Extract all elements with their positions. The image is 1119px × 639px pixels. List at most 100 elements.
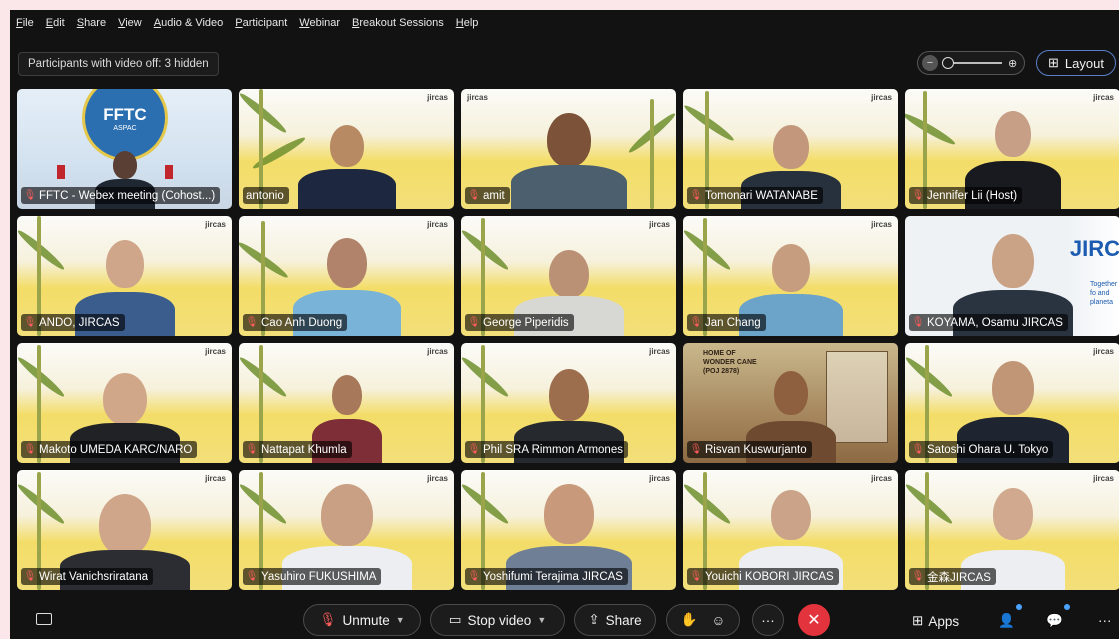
raise-hand-icon[interactable]: ✋ — [681, 612, 698, 628]
zoom-track[interactable] — [942, 57, 1002, 69]
video-tile[interactable]: jircas 🎙 Jennifer Lii (Host) — [905, 89, 1119, 209]
unmute-button[interactable]: 🎙 Unmute ▼ — [303, 604, 421, 636]
layout-button[interactable]: ⊞ Layout — [1036, 50, 1116, 76]
jircas-logo: JIRC — [1069, 236, 1119, 261]
emoji-icon[interactable]: ☺ — [712, 613, 726, 628]
menu-audio-video[interactable]: Audio & Video — [154, 17, 224, 29]
hidden-participants-notice[interactable]: Participants with video off: 3 hidden — [18, 52, 219, 76]
participant-name: Jennifer Lii (Host) — [927, 189, 1018, 202]
more-dots-icon: ··· — [761, 612, 775, 628]
menu-view[interactable]: View — [118, 17, 142, 29]
slide-brand: jircas — [467, 93, 488, 102]
participant-name-tag: 🎙 Yoshifumi Terajima JIRCAS — [465, 568, 628, 585]
layout-label: Layout — [1064, 55, 1104, 71]
menu-help[interactable]: Help — [456, 17, 479, 29]
slide-brand: jircas — [427, 93, 448, 102]
participant-head — [320, 484, 373, 546]
video-tile[interactable]: jircas 🎙 George Piperidis — [461, 216, 676, 336]
participant-head — [770, 490, 811, 540]
participant-name-tag: 🎙 Makoto UMEDA KARC/NARO — [21, 441, 198, 458]
video-tile[interactable]: jircas 🎙 Jan Chang — [683, 216, 898, 336]
more-options-button[interactable]: ··· — [752, 604, 784, 636]
webex-window: File Edit Share View Audio & Video Parti… — [10, 10, 1119, 639]
close-icon: ✕ — [807, 612, 821, 629]
participant-name-tag: 🎙 Tomonari WATANABE — [687, 187, 823, 204]
apps-button[interactable]: ⊞ Apps — [912, 613, 959, 629]
museum-sign: HOME OF WONDER CANE (POJ 2878) — [703, 350, 757, 375]
participant-name: KOYAMA, Osamu JIRCAS — [927, 316, 1063, 329]
video-tile[interactable]: jircas 🎙 ANDO, JIRCAS — [17, 216, 232, 336]
video-tile[interactable]: jircas 🎙 金森JIRCAS — [905, 470, 1119, 590]
zoom-in-icon[interactable]: ⊕ — [1008, 57, 1017, 70]
captions-icon[interactable] — [36, 613, 52, 625]
zoom-knob[interactable] — [942, 57, 954, 69]
video-tile[interactable]: jircas 🎙 Youichi KOBORI JIRCAS — [683, 470, 898, 590]
flag-icon — [165, 165, 173, 179]
slide-brand: jircas — [1093, 474, 1114, 483]
menu-participant[interactable]: Participant — [235, 17, 287, 29]
participant-name-tag: 🎙 Yasuhiro FUKUSHIMA — [243, 568, 382, 585]
participant-name-tag: 🎙 FFTC - Webex meeting (Cohost...) — [21, 187, 221, 204]
sugarcane-leaf — [239, 354, 289, 400]
video-tile[interactable]: jircas 🎙 Satoshi Ohara U. Tokyo — [905, 343, 1119, 463]
apps-icon: ⊞ — [912, 613, 924, 628]
video-tile[interactable]: jircas 🎙 amit — [461, 89, 676, 209]
video-tile[interactable]: jircas 🎙 Makoto UMEDA KARC/NARO — [17, 343, 232, 463]
participant-head — [994, 111, 1031, 157]
stop-video-button[interactable]: ▭ Stop video ▼ — [430, 604, 565, 636]
video-tile[interactable]: jircas 🎙 Wirat Vanichsriratana — [17, 470, 232, 590]
menu-share[interactable]: Share — [77, 17, 106, 29]
menu-file[interactable]: File — [16, 17, 34, 29]
apps-label: Apps — [928, 613, 960, 629]
sugarcane-leaf — [683, 481, 733, 527]
sugarcane-leaf — [905, 354, 955, 400]
mic-muted-icon: 🎙 — [467, 190, 481, 201]
notification-dot — [1016, 604, 1022, 610]
overflow-button[interactable]: ··· — [1098, 613, 1112, 628]
sugarcane-leaf — [461, 354, 511, 400]
mic-muted-icon: 🎙 — [467, 571, 481, 582]
participant-name: George Piperidis — [483, 316, 569, 329]
video-tile[interactable]: jircas antonio — [239, 89, 454, 209]
participant-name-tag: 🎙 KOYAMA, Osamu JIRCAS — [909, 314, 1068, 331]
reactions-group: ✋ ☺ — [666, 604, 740, 636]
leave-meeting-button[interactable]: ✕ — [798, 604, 830, 636]
video-tile[interactable]: jircas 🎙 Yasuhiro FUKUSHIMA — [239, 470, 454, 590]
participant-head — [771, 244, 810, 292]
video-tile[interactable]: jircas 🎙 Yoshifumi Terajima JIRCAS — [461, 470, 676, 590]
video-tile[interactable]: JIRC Together fo and planeta 🎙 KOYAMA, O… — [905, 216, 1119, 336]
slide-brand: jircas — [871, 474, 892, 483]
mic-muted-icon: 🎙 — [911, 444, 925, 455]
slide-brand: jircas — [1093, 93, 1114, 102]
menu-webinar[interactable]: Webinar — [299, 17, 340, 29]
video-tile[interactable]: jircas 🎙 Cao Anh Duong — [239, 216, 454, 336]
chat-icon: 💬 — [1046, 613, 1063, 628]
share-button[interactable]: ⇪ Share — [574, 604, 656, 636]
video-tile[interactable]: jircas 🎙 Nattapat Khumla — [239, 343, 454, 463]
participant-head — [331, 375, 362, 415]
chevron-down-icon[interactable]: ▼ — [396, 615, 405, 625]
menu-breakout-sessions[interactable]: Breakout Sessions — [352, 17, 444, 29]
slide-brand: jircas — [205, 474, 226, 483]
participants-icon: 👤 — [998, 613, 1015, 628]
video-tile[interactable]: HOME OF WONDER CANE (POJ 2878) 🎙 Risvan … — [683, 343, 898, 463]
mic-muted-icon: 🎙 — [23, 190, 37, 201]
mic-muted-icon: 🎙 — [911, 571, 925, 582]
slide-brand: jircas — [871, 93, 892, 102]
mic-muted-icon: 🎙 — [911, 317, 925, 328]
participant-head — [329, 125, 364, 167]
video-grid: FFTC ASPAC 🎙 FFTC - Webex meeting (Cohos… — [17, 89, 1119, 590]
participants-button[interactable]: 👤 — [998, 613, 1015, 629]
video-tile[interactable]: jircas 🎙 Phil SRA Rimmon Armones — [461, 343, 676, 463]
zoom-slider[interactable]: − ⊕ — [917, 51, 1025, 75]
participant-name: Yoshifumi Terajima JIRCAS — [483, 570, 623, 583]
menu-edit[interactable]: Edit — [46, 17, 65, 29]
chevron-down-icon[interactable]: ▼ — [537, 615, 546, 625]
chat-button[interactable]: 💬 — [1046, 613, 1063, 629]
slide-brand: jircas — [427, 220, 448, 229]
video-tile[interactable]: jircas 🎙 Tomonari WATANABE — [683, 89, 898, 209]
participant-name: FFTC - Webex meeting (Cohost...) — [39, 189, 216, 202]
video-tile[interactable]: FFTC ASPAC 🎙 FFTC - Webex meeting (Cohos… — [17, 89, 232, 209]
zoom-out-icon[interactable]: − — [922, 55, 938, 71]
slide-brand: jircas — [1093, 347, 1114, 356]
